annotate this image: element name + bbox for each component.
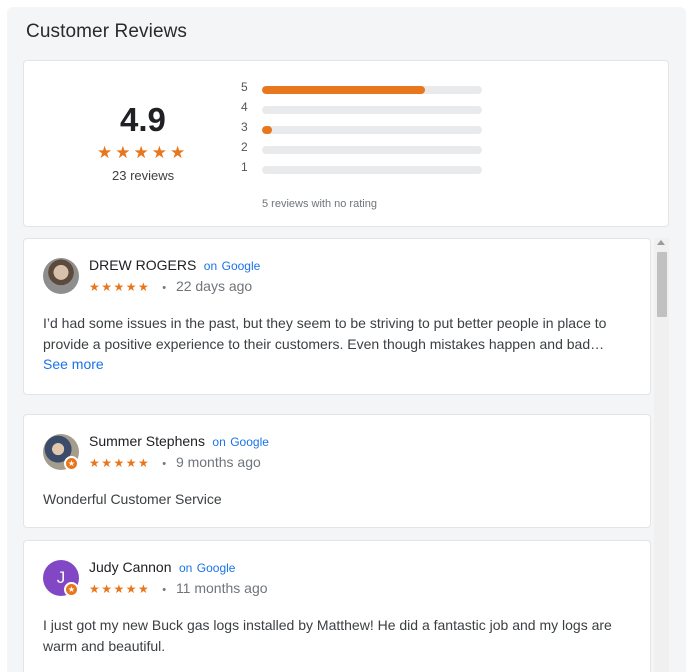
reviewer-name[interactable]: Summer Stephens [89,433,205,449]
review-date: 11 months ago [175,580,268,596]
review-list: DREW ROGERS on Google ★★★★★ • 22 days ag… [23,238,669,672]
distribution-track [262,86,482,94]
review-stars: ★★★★★ [89,456,151,470]
scroll-thumb[interactable] [657,252,667,317]
distribution-bar [262,86,425,94]
review-stars: ★★★★★ [89,582,151,596]
distribution-bar [262,126,272,134]
local-guide-star-icon: ★ [64,456,79,471]
reviewer-name[interactable]: Judy Cannon [89,559,172,575]
local-guide-star-icon: ★ [64,582,79,597]
rating-distribution: 5 4 3 2 1 [241,80,486,181]
reviewer-line: Judy Cannon on Google [89,559,235,577]
review-text: Wonderful Customer Service [43,491,222,507]
reviews-widget: Customer Reviews 4.9 ★★★★★ 23 reviews 5 … [7,7,686,672]
review-card: DREW ROGERS on Google ★★★★★ • 22 days ag… [23,238,651,395]
review-count: 23 reviews [112,168,175,183]
distribution-track [262,166,482,174]
separator-dot: • [162,282,167,294]
distribution-row[interactable]: 5 [241,80,486,101]
distribution-row[interactable]: 2 [241,140,486,161]
widget-title: Customer Reviews [26,21,188,42]
review-list-scrollbar[interactable] [654,238,669,672]
distribution-label: 4 [241,100,248,114]
review-meta: ★★★★★ • 11 months ago [89,580,268,596]
see-more-link[interactable]: See more [43,356,104,372]
distribution-row[interactable]: 1 [241,160,486,181]
source-link[interactable]: Google [197,561,236,575]
source-link[interactable]: Google [222,259,261,273]
reviewer-line: DREW ROGERS on Google [89,257,260,275]
review-text: I just got my new Buck gas logs installe… [43,617,612,654]
distribution-label: 1 [241,160,248,174]
distribution-row[interactable]: 4 [241,100,486,121]
distribution-label: 2 [241,140,248,154]
review-text: I’d had some issues in the past, but the… [43,315,607,352]
on-text: on [203,259,218,273]
review-stars: ★★★★★ [89,280,151,294]
distribution-label: 5 [241,80,248,94]
review-card: ★ Summer Stephens on Google ★★★★★ • 9 mo… [23,414,651,528]
separator-dot: • [162,458,167,470]
scroll-up-arrow-icon[interactable] [657,240,665,245]
reviewer-name[interactable]: DREW ROGERS [89,257,196,273]
reviewer-line: Summer Stephens on Google [89,433,269,451]
separator-dot: • [162,584,167,596]
distribution-row[interactable]: 3 [241,120,486,141]
no-rating-note: 5 reviews with no rating [262,198,377,210]
rating-summary: 4.9 ★★★★★ 23 reviews 5 4 3 2 1 5 reviews… [23,60,669,227]
distribution-track [262,106,482,114]
average-stars: ★★★★★ [97,143,189,162]
on-text: on [212,435,226,449]
source-link[interactable]: Google [230,435,269,449]
review-meta: ★★★★★ • 9 months ago [89,454,261,470]
review-meta: ★★★★★ • 22 days ago [89,278,252,294]
distribution-track [262,126,482,134]
average-rating: 4.9 [120,101,166,138]
reviewer-avatar[interactable] [43,258,79,294]
distribution-label: 3 [241,120,248,134]
review-card: J ★ Judy Cannon on Google ★★★★★ • 11 mon… [23,540,651,672]
distribution-track [262,146,482,154]
on-text: on [178,561,193,575]
review-date: 22 days ago [175,278,253,294]
review-date: 9 months ago [175,454,261,470]
